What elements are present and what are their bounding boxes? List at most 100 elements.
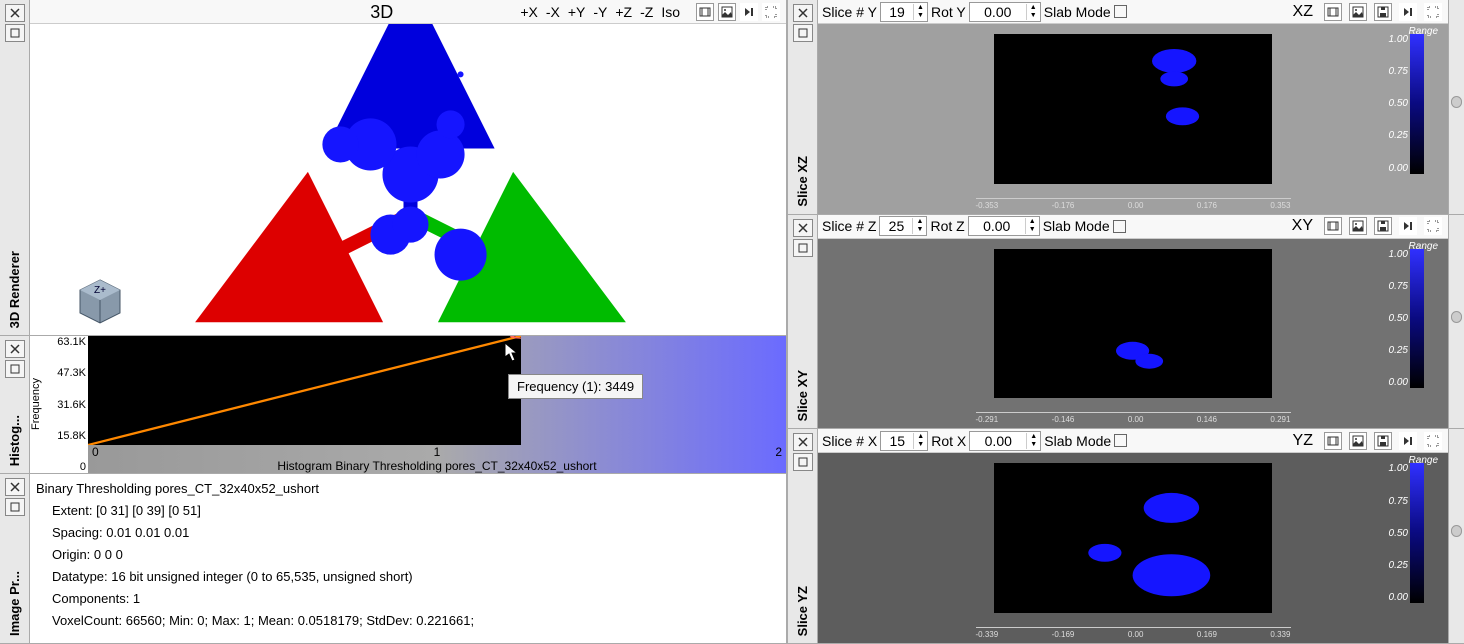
save-icon[interactable] xyxy=(1374,432,1392,450)
toolbar-3d: 3D +X -X +Y -Y +Z -Z Iso xyxy=(30,0,786,24)
nav-minus-x[interactable]: -X xyxy=(546,4,560,20)
slice-num-label: Slice # Y xyxy=(822,4,877,20)
panel-title-3d: 3D xyxy=(370,2,393,23)
nav-minus-z[interactable]: -Z xyxy=(640,4,653,20)
colorbar-ticks: 1.000.750.500.250.00 xyxy=(1389,34,1408,174)
tab-slice-xz[interactable]: Slice XZ xyxy=(795,152,810,211)
spin-down-icon[interactable]: ▼ xyxy=(1027,12,1040,20)
svg-text:Z+: Z+ xyxy=(94,285,106,296)
image-icon[interactable] xyxy=(1349,217,1367,235)
tab-slice-yz[interactable]: Slice YZ xyxy=(795,582,810,640)
spin-up-icon[interactable]: ▲ xyxy=(914,433,927,441)
hist-ylabel: Frequency xyxy=(30,336,48,473)
skip-icon[interactable] xyxy=(1399,432,1417,450)
image-icon[interactable] xyxy=(1349,432,1367,450)
nav-minus-y[interactable]: -Y xyxy=(593,4,607,20)
skip-icon[interactable] xyxy=(1399,217,1417,235)
spin-down-icon[interactable]: ▼ xyxy=(914,12,927,20)
nav-iso[interactable]: Iso xyxy=(661,4,680,20)
plane-label: XY xyxy=(1292,217,1313,235)
slice-scrollbar[interactable] xyxy=(1448,0,1464,214)
spin-up-icon[interactable]: ▲ xyxy=(1027,4,1040,12)
slice-axis: -0.339-0.1690.000.1690.339 xyxy=(976,627,1291,637)
props-datatype: Datatype: 16 bit unsigned integer (0 to … xyxy=(36,566,780,588)
rot-spinner[interactable]: ▲▼ xyxy=(969,2,1041,22)
nav-plus-y[interactable]: +Y xyxy=(568,4,586,20)
rot-spinner[interactable]: ▲▼ xyxy=(969,431,1041,451)
spin-up-icon[interactable]: ▲ xyxy=(913,218,926,226)
close-icon[interactable] xyxy=(5,4,25,22)
close-icon[interactable] xyxy=(793,4,813,22)
slice-num-label: Slice # Z xyxy=(822,218,876,234)
colorbar xyxy=(1410,249,1424,389)
slab-checkbox[interactable] xyxy=(1114,434,1127,447)
colorbar-ticks: 1.000.750.500.250.00 xyxy=(1389,249,1408,389)
maximize-icon[interactable] xyxy=(5,498,25,516)
fullscreen-icon[interactable] xyxy=(1424,432,1442,450)
image-icon[interactable] xyxy=(718,3,736,21)
hist-xlabel: Histogram Binary Thresholding pores_CT_3… xyxy=(88,459,786,473)
save-icon[interactable] xyxy=(1374,217,1392,235)
nav-plus-z[interactable]: +Z xyxy=(615,4,632,20)
rot-input[interactable] xyxy=(970,433,1026,449)
fullscreen-icon[interactable] xyxy=(1424,217,1442,235)
slice-scrollbar[interactable] xyxy=(1448,429,1464,643)
colorbar-ticks: 1.000.750.500.250.00 xyxy=(1389,463,1408,603)
spin-up-icon[interactable]: ▲ xyxy=(1026,218,1039,226)
maximize-icon[interactable] xyxy=(793,239,813,257)
skip-icon[interactable] xyxy=(1399,3,1417,21)
slice-axis: -0.291-0.1460.000.1460.291 xyxy=(976,412,1291,422)
film-icon[interactable] xyxy=(1324,217,1342,235)
orientation-cube[interactable]: Z+ xyxy=(75,275,125,325)
fullscreen-icon[interactable] xyxy=(762,3,780,21)
film-icon[interactable] xyxy=(696,3,714,21)
nav-plus-x[interactable]: +X xyxy=(520,4,538,20)
slice-viewport-xz[interactable]: Range 1.000.750.500.250.00 -0.353-0.1760… xyxy=(818,24,1448,214)
maximize-icon[interactable] xyxy=(793,24,813,42)
rot-input[interactable] xyxy=(969,218,1025,234)
rot-label: Rot Z xyxy=(930,218,964,234)
spin-down-icon[interactable]: ▼ xyxy=(913,226,926,234)
tab-3d-renderer[interactable]: 3D Renderer xyxy=(7,247,22,332)
spin-down-icon[interactable]: ▼ xyxy=(914,441,927,449)
histogram-chart[interactable]: Frequency 63.1K47.3K31.6K15.8K0 012 Hist… xyxy=(30,336,786,473)
slab-label: Slab Mode xyxy=(1043,218,1110,234)
image-icon[interactable] xyxy=(1349,3,1367,21)
close-icon[interactable] xyxy=(5,340,25,358)
slab-checkbox[interactable] xyxy=(1113,220,1126,233)
spin-down-icon[interactable]: ▼ xyxy=(1027,441,1040,449)
close-icon[interactable] xyxy=(5,478,25,496)
rot-spinner[interactable]: ▲▼ xyxy=(968,216,1040,236)
props-origin: Origin: 0 0 0 xyxy=(36,544,780,566)
slice-viewport-yz[interactable]: Range 1.000.750.500.250.00 -0.339-0.1690… xyxy=(818,453,1448,643)
slice-num-spinner[interactable]: ▲▼ xyxy=(880,2,928,22)
film-icon[interactable] xyxy=(1324,3,1342,21)
slice-scrollbar[interactable] xyxy=(1448,215,1464,429)
slice-num-spinner[interactable]: ▲▼ xyxy=(879,216,927,236)
tab-histogram[interactable]: Histog... xyxy=(7,411,22,470)
spin-up-icon[interactable]: ▲ xyxy=(1027,433,1040,441)
maximize-icon[interactable] xyxy=(793,453,813,471)
maximize-icon[interactable] xyxy=(5,24,25,42)
tab-image-properties[interactable]: Image Pr... xyxy=(7,567,22,640)
skip-icon[interactable] xyxy=(740,3,758,21)
slice-num-input[interactable] xyxy=(881,4,913,20)
close-icon[interactable] xyxy=(793,219,813,237)
slab-checkbox[interactable] xyxy=(1114,5,1127,18)
hist-tooltip: Frequency (1): 3449 xyxy=(508,374,643,399)
slice-num-input[interactable] xyxy=(880,218,912,234)
fullscreen-icon[interactable] xyxy=(1424,3,1442,21)
slice-num-spinner[interactable]: ▲▼ xyxy=(880,431,928,451)
slice-viewport-xy[interactable]: Range 1.000.750.500.250.00 -0.291-0.1460… xyxy=(818,239,1448,429)
rot-input[interactable] xyxy=(970,4,1026,20)
viewport-3d[interactable]: Z+ xyxy=(30,24,786,335)
maximize-icon[interactable] xyxy=(5,360,25,378)
spin-up-icon[interactable]: ▲ xyxy=(914,4,927,12)
film-icon[interactable] xyxy=(1324,432,1342,450)
save-icon[interactable] xyxy=(1374,3,1392,21)
tab-slice-xy[interactable]: Slice XY xyxy=(795,366,810,425)
plane-label: XZ xyxy=(1293,3,1313,21)
spin-down-icon[interactable]: ▼ xyxy=(1026,226,1039,234)
close-icon[interactable] xyxy=(793,433,813,451)
slice-num-input[interactable] xyxy=(881,433,913,449)
